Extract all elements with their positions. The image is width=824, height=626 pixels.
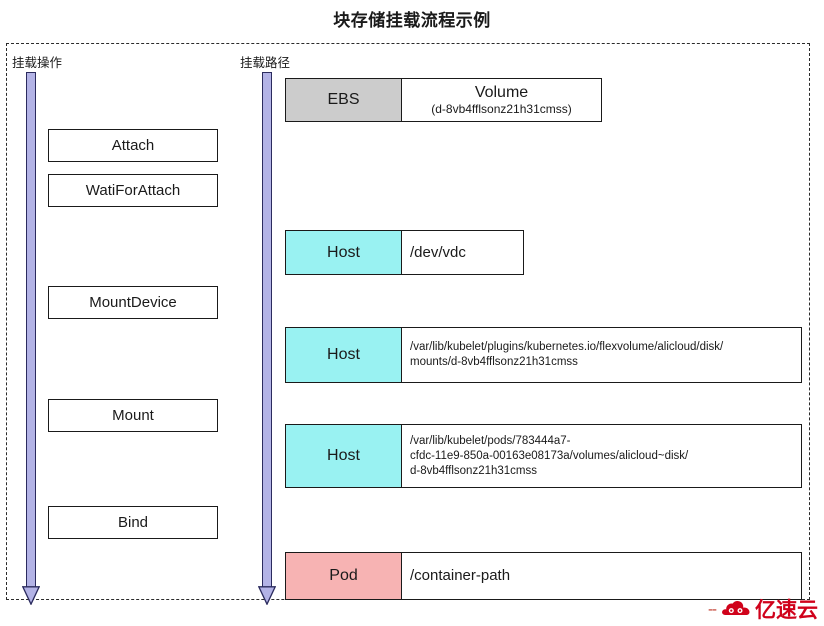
watermark-text: 亿速云 bbox=[755, 599, 818, 622]
path-flow-arrow bbox=[258, 72, 276, 605]
path-line-1: /var/lib/kubelet/plugins/kubernetes.io/f… bbox=[410, 341, 724, 353]
path-tag-pod: Pod bbox=[286, 553, 402, 599]
path-line-1: /var/lib/kubelet/pods/783444a7- bbox=[410, 434, 571, 447]
path-line-2: mounts/d-8vb4fflsonz21h31cmss bbox=[410, 356, 578, 368]
path-tag-label: Pod bbox=[329, 567, 358, 584]
arrow-head-icon bbox=[258, 586, 276, 605]
path-value-flexvolume: /var/lib/kubelet/plugins/kubernetes.io/f… bbox=[402, 328, 801, 382]
path-line-2: cfdc-11e9-850a-00163e08173a/volumes/alic… bbox=[410, 449, 689, 462]
path-tag-label: Host bbox=[327, 346, 360, 363]
path-value-pods: /var/lib/kubelet/pods/783444a7- cfdc-11e… bbox=[402, 425, 801, 487]
path-tag-label: EBS bbox=[327, 91, 360, 108]
path-tag-label: Host bbox=[327, 447, 360, 464]
operation-label: Mount bbox=[112, 407, 154, 424]
arrow-shaft bbox=[26, 72, 36, 587]
operation-box-mount[interactable]: Mount bbox=[48, 399, 218, 432]
page-title: 块存储挂载流程示例 bbox=[333, 11, 491, 30]
path-tag-label: Host bbox=[327, 243, 360, 261]
path-line-3: d-8vb4fflsonz21h31cmss bbox=[410, 464, 537, 477]
operation-box-bind[interactable]: Bind bbox=[48, 506, 218, 539]
column-caption-path: 挂载路径 bbox=[240, 56, 291, 70]
operation-label: MountDevice bbox=[89, 294, 177, 311]
operation-label: Attach bbox=[111, 137, 155, 154]
path-row-host-flexvolume[interactable]: Host /var/lib/kubelet/plugins/kubernetes… bbox=[285, 327, 802, 383]
path-row-pod-container[interactable]: Pod /container-path bbox=[285, 552, 802, 600]
volume-id: (d-8vb4fflsonz21h31cmss) bbox=[431, 102, 572, 116]
path-row-host-devvdc[interactable]: Host /dev/vdc bbox=[285, 230, 524, 275]
operation-label: WatiForAttach bbox=[85, 182, 181, 199]
operation-flow-arrow bbox=[22, 72, 40, 605]
path-tag-ebs: EBS bbox=[286, 79, 402, 121]
path-tag-host: Host bbox=[286, 328, 402, 382]
column-caption-operation: 挂载操作 bbox=[12, 56, 63, 70]
cloud-logo-icon bbox=[722, 600, 750, 615]
watermark-dashes: -- bbox=[708, 600, 717, 618]
operation-label: Bind bbox=[117, 514, 149, 531]
watermark: -- 亿速云 bbox=[708, 594, 818, 624]
volume-title: Volume bbox=[474, 84, 529, 101]
path-row-ebs-volume[interactable]: EBS Volume (d-8vb4fflsonz21h31cmss) bbox=[285, 78, 602, 122]
operation-box-waitforattach[interactable]: WatiForAttach bbox=[48, 174, 218, 207]
path-row-host-pods[interactable]: Host /var/lib/kubelet/pods/783444a7- cfd… bbox=[285, 424, 802, 488]
operation-box-attach[interactable]: Attach bbox=[48, 129, 218, 162]
container-path: /container-path bbox=[410, 567, 511, 584]
path-tag-host: Host bbox=[286, 425, 402, 487]
path-tag-host: Host bbox=[286, 231, 402, 274]
path-value-ebs: Volume (d-8vb4fflsonz21h31cmss) bbox=[402, 79, 601, 121]
arrow-shaft bbox=[262, 72, 272, 587]
operation-box-mountdevice[interactable]: MountDevice bbox=[48, 286, 218, 319]
path-value-devvdc: /dev/vdc bbox=[402, 231, 523, 274]
path-value-container: /container-path bbox=[402, 553, 801, 599]
device-path: /dev/vdc bbox=[410, 243, 466, 261]
arrow-head-icon bbox=[22, 586, 40, 605]
